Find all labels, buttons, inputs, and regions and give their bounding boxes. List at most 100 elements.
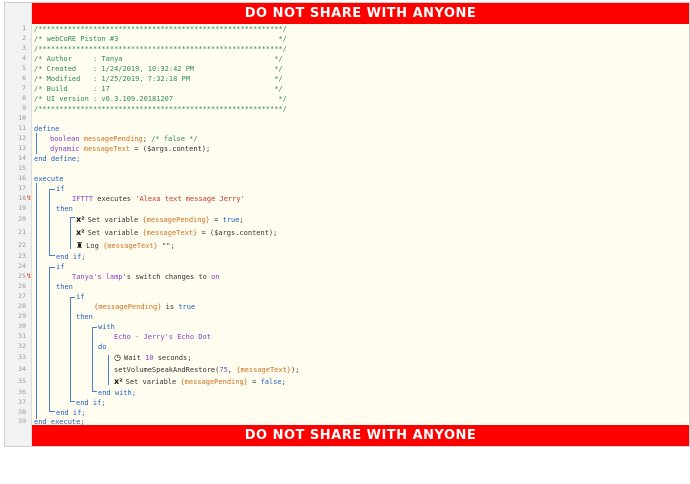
statement-set-messagepending-false[interactable]: x² Set variable {messagePending} = false;	[114, 377, 286, 387]
wait-text: Wait	[123, 354, 141, 362]
line-number: 32	[18, 342, 26, 350]
line-number: 23	[18, 252, 26, 260]
statement-wait[interactable]: ◷ Wait 10 seconds;	[114, 353, 191, 363]
speak-volume: 75	[219, 366, 228, 374]
line-number: 19	[18, 204, 26, 212]
var-value: ($args.content)	[142, 145, 206, 153]
variable-declaration-messagetext[interactable]: dynamic messageText = ($args.content);	[50, 144, 210, 154]
log-text: Log	[86, 242, 99, 250]
if-block-guide-bottom	[49, 255, 55, 256]
end-if-keyword[interactable]: end if;	[56, 252, 86, 262]
value-args: ($args.content)	[209, 229, 274, 237]
line-number: 29	[18, 312, 26, 320]
end-with-keyword[interactable]: end with;	[98, 388, 136, 398]
set-variable-text: Set variable	[87, 216, 139, 224]
equals: =	[214, 216, 219, 224]
with-keyword[interactable]: with	[98, 322, 115, 332]
equals: =	[201, 229, 206, 237]
line-number: 17	[18, 184, 26, 192]
then-block-guide-top	[70, 217, 75, 218]
value-on: on	[211, 273, 220, 281]
var-name: messagePending	[83, 135, 143, 143]
condition-lamp-switch[interactable]: Tanya's lamp's switch changes to on	[72, 272, 220, 282]
line-number: 33	[18, 353, 26, 361]
header-created: /* Created : 1/24/2019, 10:32:42 PM */	[34, 65, 283, 73]
if-block-guide-bottom	[49, 411, 55, 412]
wait-number: 10	[145, 354, 154, 362]
with-block-guide	[92, 327, 93, 391]
define-keyword[interactable]: define	[34, 124, 59, 134]
if-keyword[interactable]: if	[56, 262, 64, 272]
semicolon: ;	[205, 145, 211, 153]
line-number: 2	[22, 34, 26, 42]
if-block-guide	[49, 267, 50, 411]
condition-messagepending[interactable]: {messagePending} is true	[94, 302, 195, 312]
line-number: 38	[18, 408, 26, 416]
nested-if-block-guide	[70, 297, 71, 401]
do-keyword[interactable]: do	[98, 342, 106, 352]
var-ref: {messagePending}	[94, 303, 162, 311]
header-rule: /***************************************…	[34, 25, 287, 33]
statement-speak[interactable]: setVolumeSpeakAndRestore(75, {messageTex…	[114, 365, 299, 375]
then-keyword[interactable]: then	[56, 282, 73, 292]
var-type: dynamic	[50, 145, 80, 153]
switch-text: 's switch changes to	[122, 273, 207, 281]
value-false: false	[260, 378, 282, 386]
line-number: 25	[18, 272, 26, 280]
header-modified: /* Modified : 1/25/2019, 7:32:18 PM */	[34, 75, 283, 83]
set-variable-text: Set variable	[125, 378, 177, 386]
line-number: 34	[18, 365, 26, 373]
header-rule: /***************************************…	[34, 45, 287, 53]
value-true: true	[178, 303, 196, 311]
line-gutter: 1 2 3 4 5 6 7 8 9 10 11 12 13 14 15 16 17 18 19 20 21 22 23 24 2…	[5, 3, 32, 446]
define-block-guide	[36, 133, 37, 154]
var-ref: {messageText}	[103, 242, 158, 250]
line-number: 21	[18, 228, 26, 236]
end-if-keyword[interactable]: end if;	[76, 398, 106, 408]
line-number: 16	[18, 174, 26, 182]
header-title: /* webCoRE Piston #3 */	[34, 35, 287, 43]
clock-icon: ◷	[114, 353, 121, 362]
speak-end: );	[291, 366, 300, 374]
device-ifttt: IFTTT	[72, 195, 94, 203]
execute-keyword[interactable]: execute	[34, 174, 64, 184]
device-lamp: Tanya's lamp	[72, 273, 123, 281]
statement-log[interactable]: ♜ Log {messageText} "";	[76, 241, 175, 251]
line-number: 20	[18, 215, 26, 223]
then-keyword[interactable]: then	[56, 204, 73, 214]
line-number: 15	[18, 164, 26, 172]
device-echo-dot[interactable]: Echo - Jerry's Echo Dot	[114, 332, 211, 342]
line-number: 12	[18, 134, 26, 142]
then-keyword[interactable]: then	[76, 312, 93, 322]
var-comment: /* false */	[151, 135, 198, 143]
line-number: 36	[18, 388, 26, 396]
if-keyword[interactable]: if	[76, 292, 84, 302]
condition-ifttt[interactable]: IFTTT executes 'Alexa text message Jerry…	[72, 194, 245, 204]
line-number: 11	[18, 124, 26, 132]
var-ref: {messageText}	[236, 366, 292, 374]
variable-declaration-messagepending[interactable]: boolean messagePending; /* false */	[50, 134, 198, 144]
statement-set-messagepending[interactable]: x² Set variable {messagePending} = true;	[76, 215, 244, 225]
do-block-guide	[108, 355, 109, 385]
warning-banner-bottom: DO NOT SHARE WITH ANYONE	[32, 425, 689, 446]
set-variable-text: Set variable	[87, 229, 139, 237]
piston-code-view: 1 2 3 4 5 6 7 8 9 10 11 12 13 14 15 16 17 18 19 20 21 22 23 24 2…	[4, 2, 690, 447]
line-number: 1	[22, 24, 26, 32]
nested-if-block-guide-bottom	[70, 401, 75, 402]
semicolon: ;	[142, 135, 147, 143]
line-number: 26	[18, 282, 26, 290]
line-number: 7	[22, 84, 26, 92]
variable-icon: x²	[76, 215, 85, 224]
line-number: 28	[18, 302, 26, 310]
statement-set-messagetext[interactable]: x² Set variable {messageText} = ($args.co…	[76, 228, 277, 238]
line-number: 18	[18, 194, 26, 202]
if-block-guide	[49, 189, 50, 255]
line-number: 35	[18, 377, 26, 385]
then-block-guide	[70, 217, 71, 249]
speak-function: setVolumeSpeakAndRestore(	[114, 366, 220, 374]
ifttt-event: 'Alexa text message Jerry'	[135, 195, 245, 203]
condition-marker-icon: ↯	[26, 194, 32, 202]
if-keyword[interactable]: if	[56, 184, 64, 194]
line-number: 37	[18, 398, 26, 406]
end-define-keyword[interactable]: end define;	[34, 154, 80, 164]
